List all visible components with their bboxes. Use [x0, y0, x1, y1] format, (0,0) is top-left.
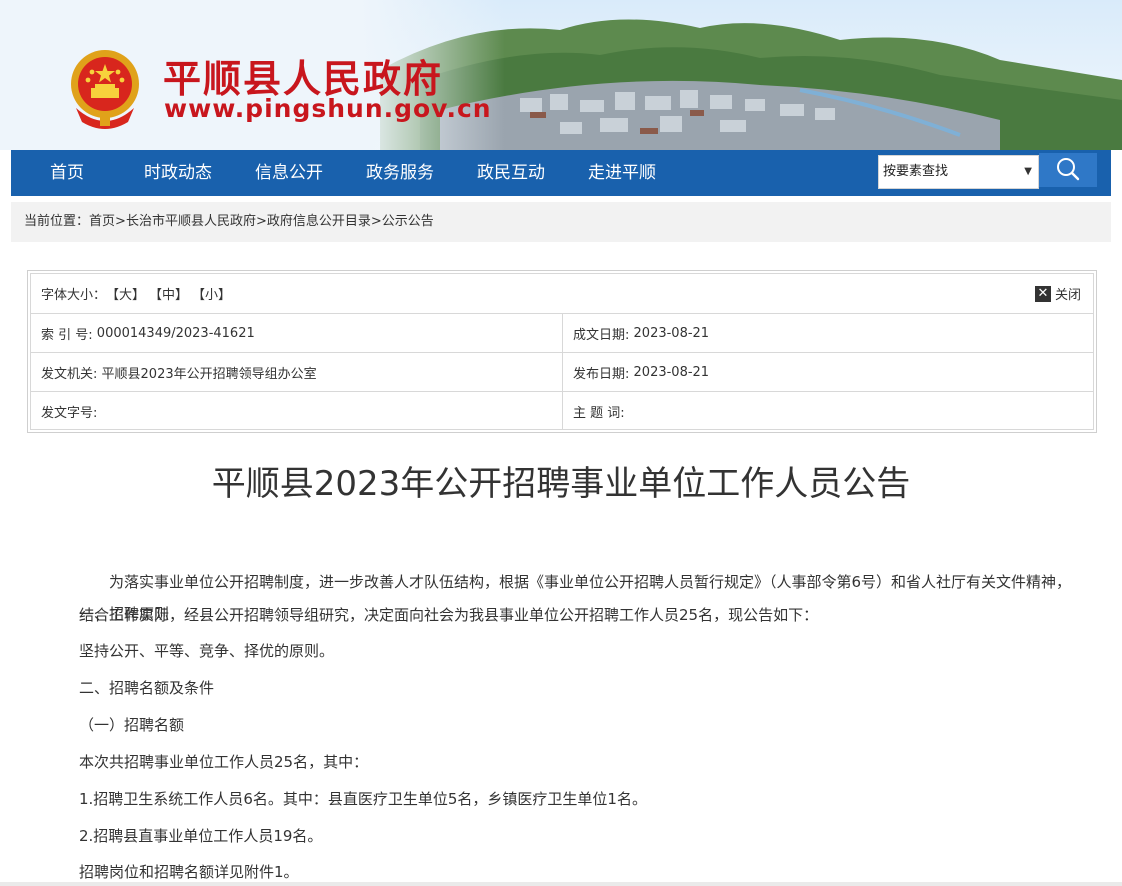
font-size-small-button[interactable]: 【小】 — [192, 284, 231, 303]
font-size-row: 字体大小： 【大】 【中】 【小】 ✕ 关闭 — [31, 274, 1093, 314]
dropdown-arrow-icon: ▼ — [1024, 166, 1032, 177]
breadcrumb-prefix: 当前位置： — [24, 214, 90, 229]
article-paragraph: 一、招聘原则 — [79, 605, 170, 623]
page-bottom-edge — [0, 882, 1122, 886]
written-date-label: 成文日期: — [573, 327, 630, 343]
breadcrumb-separator: > — [115, 214, 126, 229]
publish-date-label: 发布日期: — [573, 366, 630, 382]
search-type-value: 按要素查找 — [883, 164, 949, 179]
info-row-issuer: 发文机关: 平顺县2023年公开招聘领导组办公室 发布日期: 2023-08-2… — [31, 353, 1093, 392]
publish-date-value: 2023-08-21 — [633, 364, 710, 380]
written-date-value: 2023-08-21 — [633, 325, 710, 341]
article-title: 平顺县2023年公开招聘事业单位工作人员公告 — [211, 464, 911, 504]
nav-item-home[interactable]: 首页 — [50, 150, 84, 196]
document-info-table: 字体大小： 【大】 【中】 【小】 ✕ 关闭 索 引 号: 000014349/… — [27, 270, 1097, 433]
breadcrumb-notices[interactable]: 公示公告 — [382, 214, 434, 229]
doc-no-label: 发文字号: — [41, 405, 98, 421]
intro-text: 为落实事业单位公开招聘制度，进一步改善人才队伍结构，根据《事业单位公开招聘人员暂… — [79, 573, 1072, 624]
article-paragraph: 坚持公开、平等、竞争、择优的原则。 — [79, 642, 335, 660]
breadcrumb-home[interactable]: 首页 — [89, 214, 115, 229]
font-size-large-button[interactable]: 【大】 — [106, 284, 145, 303]
breadcrumb-separator: > — [255, 214, 267, 229]
index-label: 索 引 号: — [41, 327, 93, 343]
breadcrumb-info-catalog[interactable]: 政府信息公开目录 — [267, 214, 371, 229]
breadcrumb-separator: > — [370, 214, 382, 229]
main-nav: 首页 时政动态 信息公开 政务服务 政民互动 走进平顺 按要素查找 ▼ — [11, 150, 1111, 196]
info-row-index: 索 引 号: 000014349/2023-41621 成文日期: 2023-0… — [31, 314, 1093, 353]
search-button[interactable] — [1039, 153, 1097, 187]
close-icon: ✕ — [1034, 285, 1051, 302]
nav-item-news[interactable]: 时政动态 — [144, 150, 212, 196]
index-value: 000014349/2023-41621 — [96, 325, 255, 341]
article-intro: 为落实事业单位公开招聘制度，进一步改善人才队伍结构，根据《事业单位公开招聘人员暂… — [79, 533, 1079, 632]
subject-label: 主 题 词: — [573, 405, 625, 421]
nav-item-gov-services[interactable]: 政务服务 — [366, 150, 434, 196]
article-paragraph: 本次共招聘事业单位工作人员25名，其中： — [79, 753, 369, 771]
article-paragraph: 2.招聘县直事业单位工作人员19名。 — [79, 827, 323, 845]
font-size-label: 字体大小： — [41, 288, 107, 303]
close-label: 关闭 — [1054, 288, 1081, 303]
article-paragraph: 招聘岗位和招聘名额详见附件1。 — [79, 863, 299, 881]
breadcrumb: 当前位置：首页>长治市平顺县人民政府>政府信息公开目录>公示公告 — [11, 202, 1111, 242]
national-emblem-icon — [71, 50, 139, 129]
breadcrumb-county-gov[interactable]: 长治市平顺县人民政府 — [126, 214, 256, 229]
article-paragraph: （一）招聘名额 — [79, 716, 185, 734]
nav-item-interaction[interactable]: 政民互动 — [477, 150, 545, 196]
info-row-docno: 发文字号: 主 题 词: — [31, 392, 1093, 430]
close-button[interactable]: ✕ 关闭 — [1034, 274, 1081, 313]
nav-item-about-pingshun[interactable]: 走进平顺 — [588, 150, 656, 196]
nav-item-info-disclosure[interactable]: 信息公开 — [255, 150, 323, 196]
site-url: www.pingshun.gov.cn — [164, 94, 492, 123]
issuer-value: 平顺县2023年公开招聘领导组办公室 — [101, 366, 317, 382]
search-type-select[interactable]: 按要素查找 ▼ — [878, 155, 1039, 189]
article-paragraph: 二、招聘名额及条件 — [79, 679, 215, 697]
site-header: 平顺县人民政府 www.pingshun.gov.cn — [0, 0, 1122, 150]
search-icon — [1057, 158, 1080, 181]
issuer-label: 发文机关: — [41, 366, 98, 382]
article-paragraph: 1.招聘卫生系统工作人员6名。其中：县直医疗卫生单位5名，乡镇医疗卫生单位1名。 — [79, 790, 647, 808]
font-size-medium-button[interactable]: 【中】 — [149, 284, 188, 303]
